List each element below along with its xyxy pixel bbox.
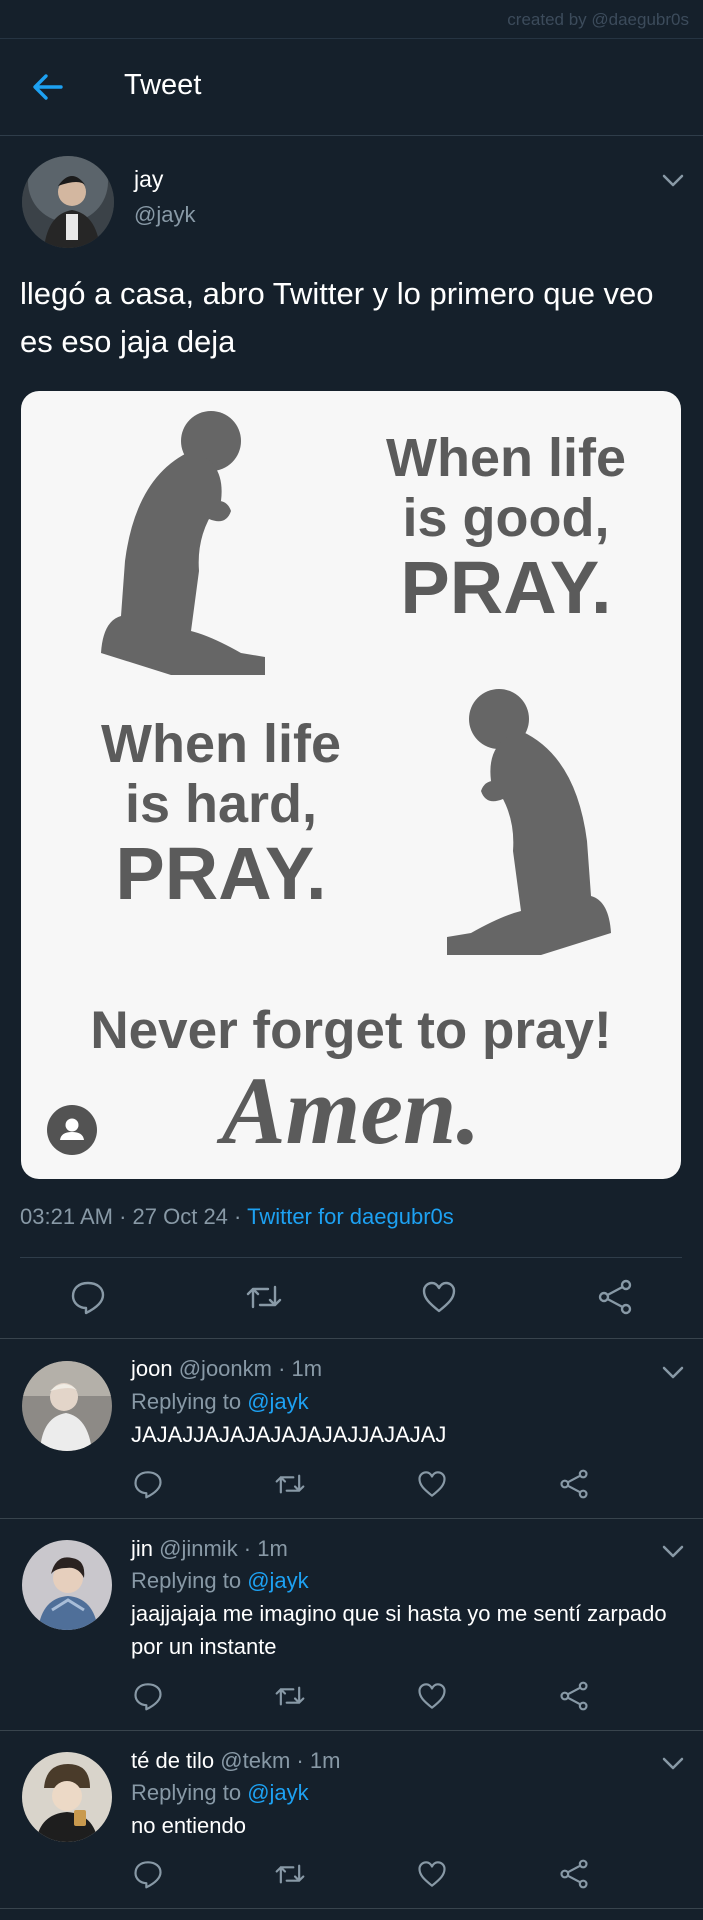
person-icon[interactable] [47,1105,97,1155]
reply-header: jin @jinmik · 1m [131,1536,288,1562]
mention-link[interactable]: @jayk [247,1780,308,1805]
share-icon[interactable] [559,1859,589,1889]
divider [0,1518,703,1519]
chevron-down-icon[interactable] [662,1757,684,1771]
chevron-down-icon[interactable] [662,174,684,188]
image-text-2a: When life is hard, [101,714,341,834]
share-icon[interactable] [559,1469,589,1499]
reply-author-name[interactable]: joon [131,1356,173,1381]
chevron-down-icon[interactable] [662,1366,684,1380]
avatar[interactable] [22,1752,112,1842]
like-icon[interactable] [417,1469,447,1499]
reply-meta: @joonkm · 1m [178,1356,323,1381]
replying-to: Replying to @jayk [131,1568,309,1593]
reply-icon[interactable] [133,1469,163,1499]
reply-text: JAJAJJAJAJAJAJAJAJJAJAJAJ [131,1422,447,1447]
chevron-down-icon[interactable] [662,1545,684,1559]
replying-to: Replying to @jayk [131,1389,309,1414]
avatar[interactable] [22,156,114,248]
reply-icon[interactable] [133,1859,163,1889]
avatar[interactable] [22,1361,112,1451]
retweet-icon[interactable] [246,1279,282,1315]
credit-watermark: created by @daegubr0s [507,10,689,29]
tweet-timestamp: 03:21 AM · 27 Oct 24 · Twitter for daegu… [20,1204,454,1229]
divider [0,1908,703,1909]
page-title: Tweet [124,69,202,101]
reply-meta: @jinmik · 1m [159,1536,288,1561]
image-text-3: Never forget to pray! [90,1001,612,1060]
reply-icon[interactable] [70,1279,106,1315]
divider [20,1257,682,1258]
share-icon[interactable] [559,1681,589,1711]
image-text-2c: PRAY. [115,832,327,915]
replying-to: Replying to @jayk [131,1780,309,1805]
tweet-image[interactable]: When life is good, PRAY. When life is hard… [21,391,681,1179]
like-icon[interactable] [417,1681,447,1711]
reply-text: no entiendo [131,1813,246,1838]
tweet-text: llegó a casa, abro Twitter y lo primero … [20,276,654,359]
reply-header: joon @joonkm · 1m [131,1356,322,1382]
reply-icon[interactable] [133,1681,163,1711]
tweet-source-link[interactable]: Twitter for daegubr0s [247,1204,454,1229]
like-icon[interactable] [421,1279,457,1315]
avatar[interactable] [22,1540,112,1630]
reply-header: té de tilo @tekm · 1m [131,1748,340,1774]
author-name[interactable]: jay [134,166,163,193]
image-text-1c: PRAY. [400,546,612,629]
mention-link[interactable]: @jayk [247,1568,308,1593]
header-bar: Tweet [0,39,703,136]
retweet-icon[interactable] [275,1681,305,1711]
reply-meta: @tekm · 1m [220,1748,341,1773]
divider [0,1730,703,1731]
reply-text: jaajjajaja me imagino que si hasta yo me… [131,1601,667,1659]
mention-link[interactable]: @jayk [247,1389,308,1414]
share-icon[interactable] [597,1279,633,1315]
retweet-icon[interactable] [275,1469,305,1499]
author-handle[interactable]: @jayk [134,202,195,228]
retweet-icon[interactable] [275,1859,305,1889]
image-text-1a: When life is good, [386,428,626,548]
reply-author-name[interactable]: jin [131,1536,153,1561]
divider [0,1338,703,1339]
like-icon[interactable] [417,1859,447,1889]
image-text-4: Amen. [221,1057,481,1164]
arrow-left-icon[interactable] [30,69,66,105]
reply-author-name[interactable]: té de tilo [131,1748,214,1773]
